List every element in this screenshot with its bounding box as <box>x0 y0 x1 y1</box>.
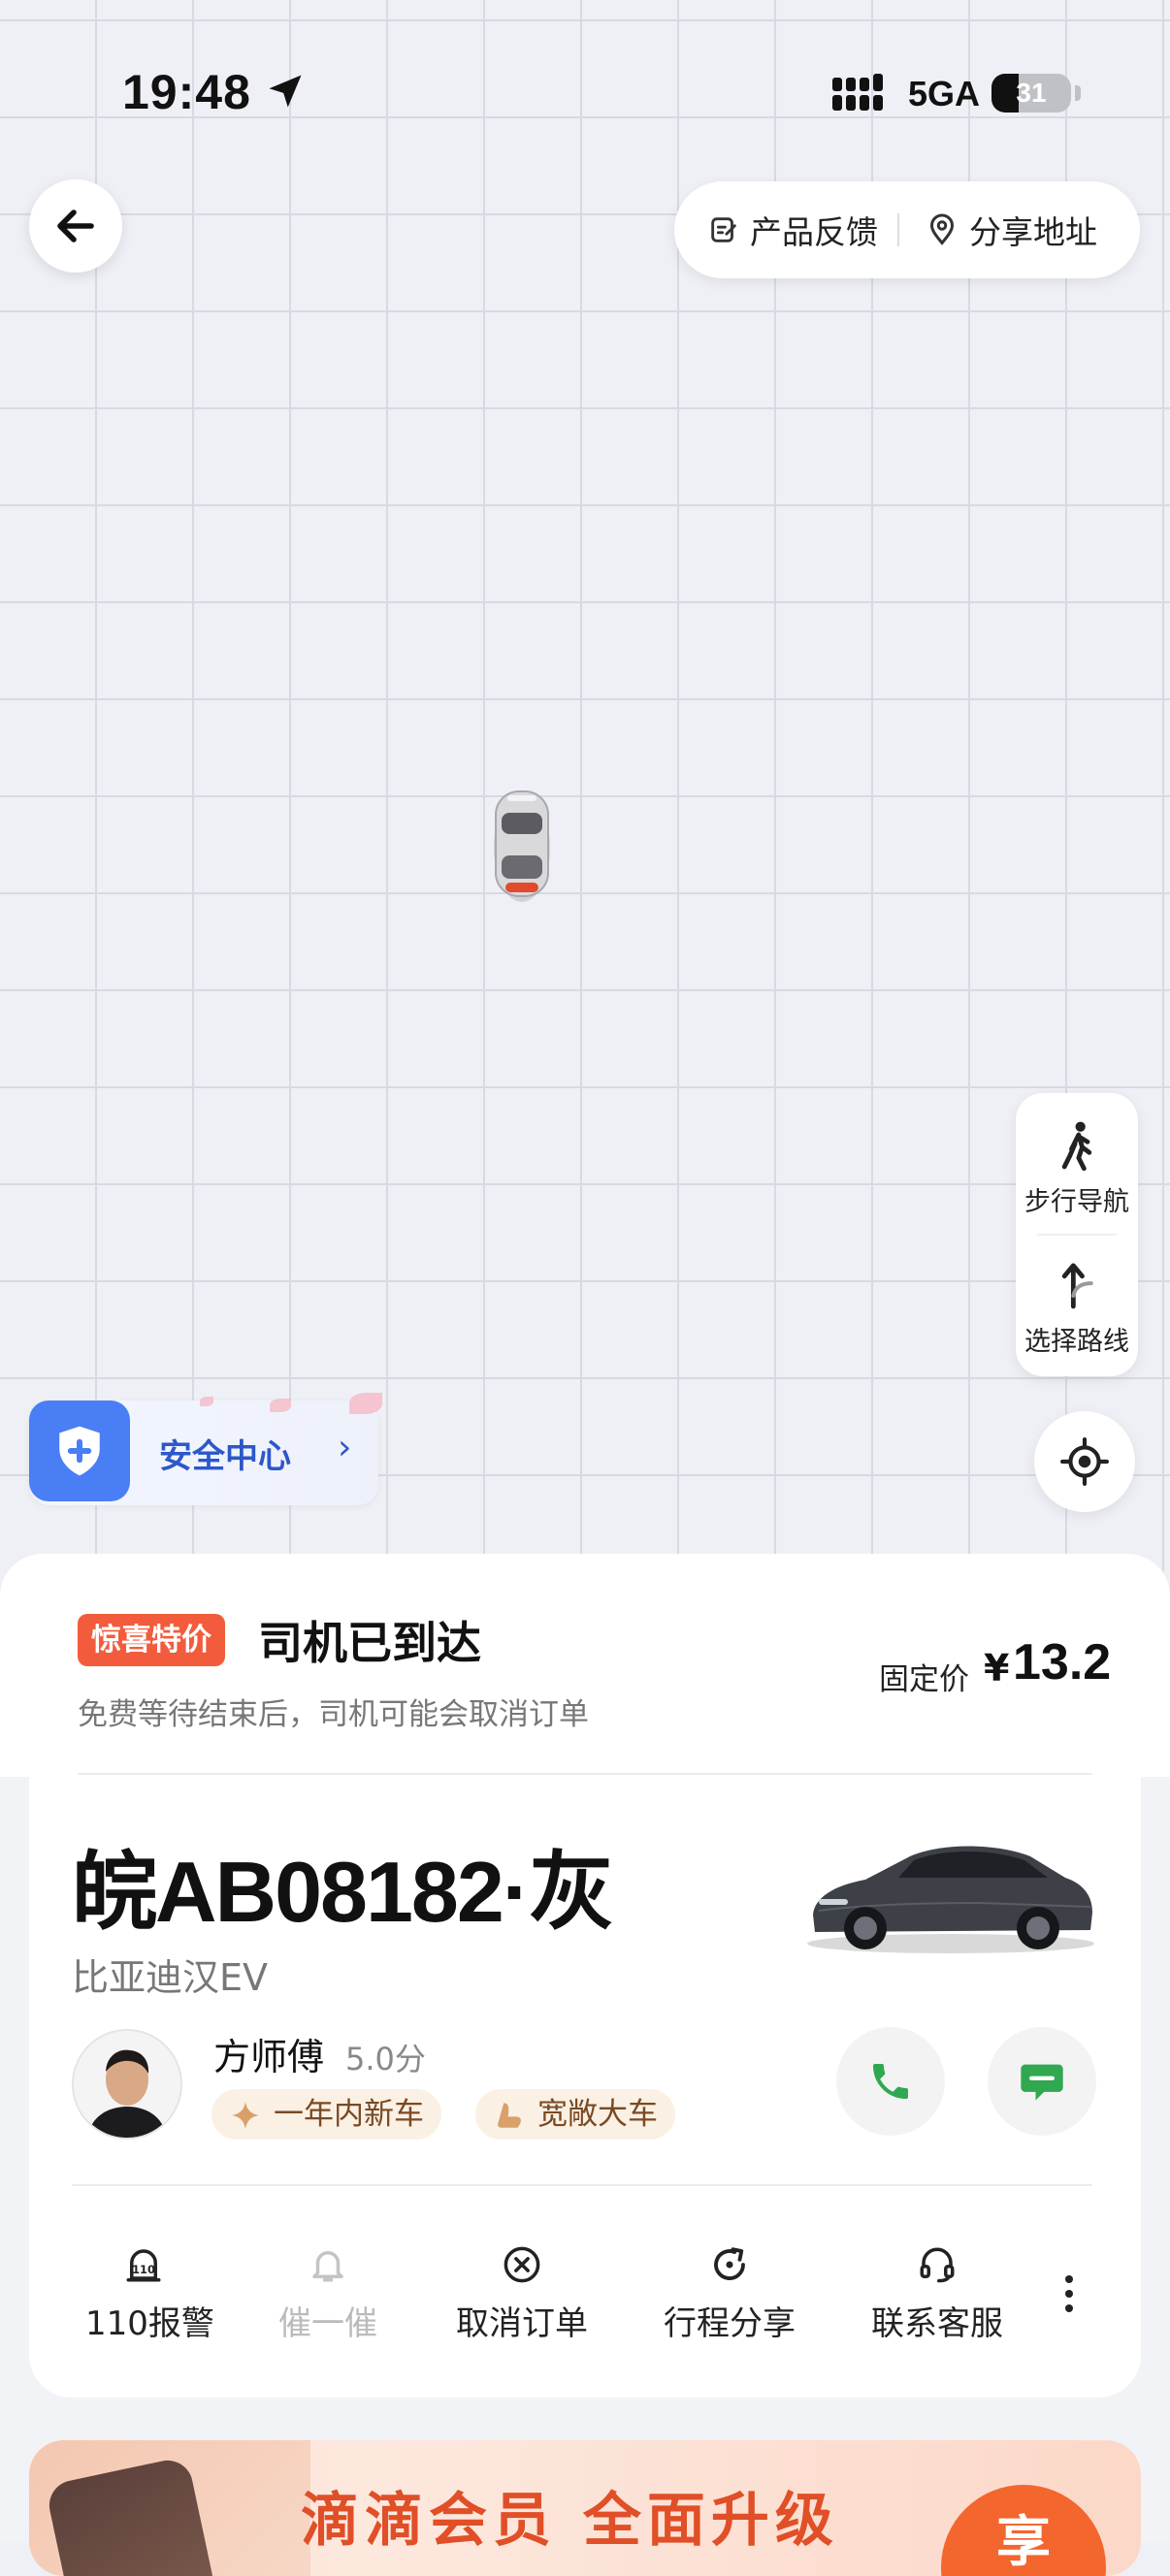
car-seat-icon <box>498 2103 521 2128</box>
bell-icon <box>312 2251 343 2282</box>
license-plate: 皖AB08182·灰 <box>72 1844 614 1940</box>
emergency-110-button[interactable]: 110 110报警 <box>85 2244 214 2344</box>
customer-service-label: 联系客服 <box>871 2304 1003 2343</box>
membership-banner[interactable]: 滴滴会员 全面升级 享 <box>29 2440 1141 2576</box>
location-share-icon <box>929 213 955 245</box>
trip-status-title: 司机已到达 <box>258 1617 481 1669</box>
choose-route-label: 选择路线 <box>1024 1327 1129 1357</box>
car-photo <box>807 1846 1094 1953</box>
shield-icon <box>29 1401 130 1501</box>
divider <box>897 213 899 246</box>
price-value: 13.2 <box>1013 1634 1112 1690</box>
signal-icon <box>832 74 883 111</box>
phone-icon <box>873 2064 908 2099</box>
banner-art <box>29 2440 310 2576</box>
petal-decoration <box>200 1397 213 1406</box>
walking-person-icon <box>1061 1121 1092 1172</box>
driver-tag-label: 宽敞大车 <box>537 2097 658 2132</box>
edit-note-icon <box>711 217 736 242</box>
status-time: 19:48 <box>122 65 251 119</box>
car-marker-icon <box>494 790 550 902</box>
chevron-right-icon: › <box>338 1428 352 1467</box>
trip-status-header: 惊喜特价 司机已到达 免费等待结束后，司机可能会取消订单 固定价 ¥ 13.2 <box>0 1554 1170 1777</box>
trip-status-subtitle: 免费等待结束后，司机可能会取消订单 <box>78 1697 589 1732</box>
more-dots-icon <box>1065 2290 1073 2298</box>
driver-avatar[interactable] <box>72 2029 182 2140</box>
share-address-button[interactable]: 分享地址 <box>925 207 1097 253</box>
customer-service-button[interactable]: 联系客服 <box>860 2244 1015 2344</box>
petal-decoration <box>349 1393 382 1414</box>
driver-card: 皖AB08182·灰 比亚迪汉EV 方师傅 5.0分 一年内新车 宽敞大车 11… <box>29 1773 1141 2398</box>
route-fork-icon <box>1061 1263 1093 1309</box>
feedback-label: 产品反馈 <box>750 213 878 251</box>
petal-decoration <box>270 1399 291 1412</box>
emergency-110-label: 110报警 <box>85 2304 214 2343</box>
driver-tag: 宽敞大车 <box>475 2089 675 2140</box>
battery-icon: 31 <box>991 74 1071 113</box>
price-currency: ¥ <box>984 1647 1010 1690</box>
safety-center-button[interactable]: 安全中心 › <box>29 1393 382 1505</box>
alarm-110-icon: 110 <box>126 2249 161 2282</box>
call-driver-button[interactable] <box>836 2027 945 2136</box>
cancel-order-label: 取消订单 <box>456 2304 588 2343</box>
cancel-order-button[interactable]: 取消订单 <box>444 2244 600 2344</box>
more-options-button[interactable] <box>1063 2275 1075 2319</box>
map-side-panel: 步行导航 选择路线 <box>1016 1093 1138 1376</box>
locate-me-button[interactable] <box>1034 1411 1135 1512</box>
svg-text:110: 110 <box>132 2263 155 2276</box>
urge-button[interactable]: 催一催 <box>270 2244 386 2344</box>
driver-tag-label: 一年内新车 <box>274 2097 424 2132</box>
membership-enjoy-button[interactable]: 享 <box>941 2485 1106 2576</box>
location-arrow-icon <box>269 75 302 108</box>
gem-icon <box>45 2456 217 2576</box>
car-model: 比亚迪汉EV <box>72 1956 269 1999</box>
trip-bottom-sheet: 惊喜特价 司机已到达 免费等待结束后，司机可能会取消订单 固定价 ¥ 13.2 … <box>0 1554 1170 2576</box>
driver-tag: 一年内新车 <box>211 2089 441 2140</box>
status-bar: 19:48 5GA 31 <box>0 0 1170 119</box>
safety-center-label: 安全中心 <box>159 1437 291 1476</box>
share-address-label: 分享地址 <box>969 213 1097 251</box>
price-label: 固定价 <box>879 1662 969 1697</box>
divider <box>1037 1234 1117 1236</box>
walk-navigation-button[interactable]: 步行导航 <box>1016 1120 1138 1218</box>
membership-banner-text: 滴滴会员 全面升级 <box>301 2487 839 2555</box>
network-type: 5GA <box>908 74 981 113</box>
headset-icon <box>920 2247 955 2283</box>
chat-bubble-icon <box>1021 2064 1063 2101</box>
urge-label: 催一催 <box>278 2304 377 2343</box>
walk-navigation-label: 步行导航 <box>1024 1187 1129 1217</box>
arrow-left-icon <box>57 209 94 242</box>
sparkle-icon <box>231 2101 260 2130</box>
back-button[interactable] <box>29 179 122 273</box>
message-driver-button[interactable] <box>988 2027 1096 2136</box>
close-circle-icon <box>504 2246 540 2283</box>
more-dots-icon <box>1065 2275 1073 2283</box>
more-dots-icon <box>1065 2304 1073 2312</box>
driver-photo <box>74 2031 180 2138</box>
battery-cap <box>1075 85 1081 101</box>
divider <box>78 1773 1092 1775</box>
divider <box>72 2184 1092 2186</box>
share-refresh-icon <box>714 2247 745 2280</box>
crosshair-icon <box>1060 1437 1109 1486</box>
driver-rating: 5.0分 <box>345 2041 426 2077</box>
promo-badge: 惊喜特价 <box>78 1614 225 1666</box>
battery-level: 31 <box>1016 78 1047 108</box>
feedback-button[interactable]: 产品反馈 <box>707 207 878 253</box>
driver-name: 方师傅 <box>213 2036 325 2078</box>
choose-route-button[interactable]: 选择路线 <box>1016 1260 1138 1358</box>
share-trip-button[interactable]: 行程分享 <box>652 2244 807 2344</box>
share-trip-label: 行程分享 <box>664 2304 796 2343</box>
top-actions-pill: 产品反馈 分享地址 <box>674 181 1140 278</box>
